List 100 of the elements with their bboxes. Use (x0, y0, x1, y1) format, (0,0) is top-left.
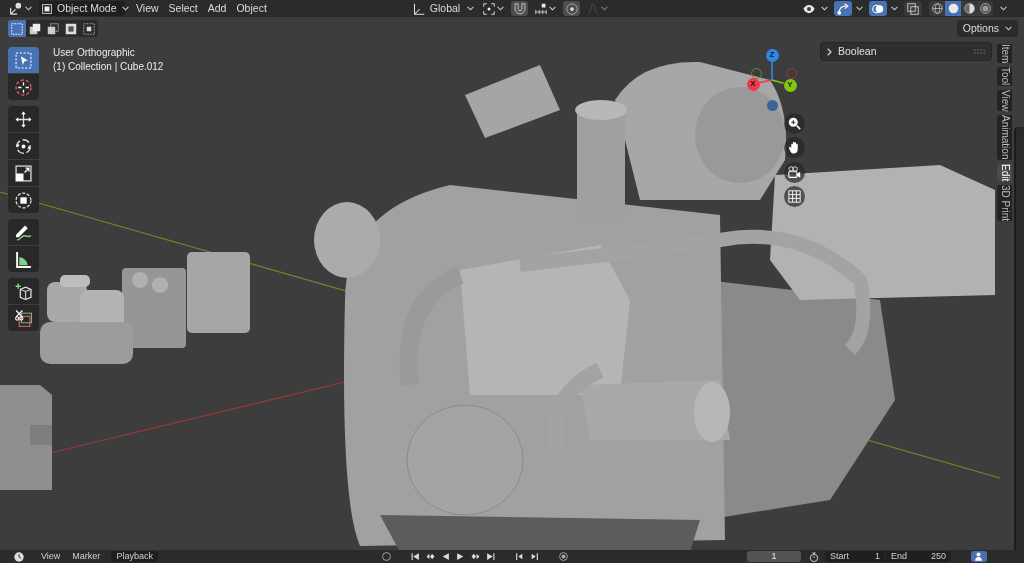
boolean-panel-header[interactable]: Boolean (820, 42, 992, 61)
crosshair-circle-icon (15, 78, 32, 96)
select-mode-button[interactable] (26, 20, 44, 37)
jump-end-button[interactable] (485, 551, 496, 562)
marker-forward-icon (530, 552, 540, 561)
select-mode-button[interactable] (80, 20, 98, 37)
options-dropdown[interactable]: Options (956, 20, 1018, 37)
inverted-squares-icon (65, 22, 77, 35)
curved-arrow-icon (837, 2, 849, 15)
sidebar-tab[interactable]: Tool (997, 67, 1012, 86)
snap-target-button[interactable] (533, 1, 559, 16)
menu-button[interactable]: Select (163, 1, 203, 16)
tool-button[interactable] (8, 133, 39, 159)
target-circle-icon (565, 2, 578, 15)
subtract-squares-icon (47, 22, 59, 35)
menu-button[interactable]: Marker (67, 551, 106, 562)
dashed-square-icon (11, 22, 23, 35)
figure-icon (974, 552, 984, 561)
grid-icon (788, 190, 801, 203)
chevron-down-icon (467, 6, 475, 11)
chevron-down-icon (121, 6, 129, 11)
play-reverse-button[interactable] (440, 551, 451, 562)
ring-icon (382, 552, 392, 561)
select-mode-button[interactable] (62, 20, 80, 37)
ringed-sphere-icon (979, 3, 991, 14)
zoom-icon (788, 117, 801, 130)
play-button[interactable] (455, 551, 466, 562)
menu-button[interactable]: Playback (111, 551, 158, 562)
start-frame-field[interactable]: Start 1 (824, 551, 885, 562)
stacked-squares-icon (29, 22, 41, 35)
proportional-button[interactable] (563, 1, 581, 16)
tool-button[interactable] (8, 160, 39, 186)
shading-button[interactable] (929, 1, 945, 16)
preview-range-button[interactable] (808, 551, 819, 562)
jump-start-button[interactable] (410, 551, 421, 562)
select-mode-button[interactable] (44, 20, 62, 37)
tool-button[interactable] (8, 246, 39, 272)
axes-icon (412, 2, 425, 15)
menu-button[interactable]: View (131, 1, 164, 16)
pivot-dot-icon (483, 2, 496, 15)
chevron-down-icon (890, 6, 898, 11)
sidebar-tab[interactable]: View (997, 89, 1012, 112)
chevron-down-icon (25, 6, 32, 11)
prev-marker-button[interactable] (514, 551, 525, 562)
chevron-down-icon (601, 6, 609, 11)
collection-object-label: (1) Collection | Cube.012 (53, 60, 164, 74)
scale-squares-icon (15, 164, 32, 182)
hand-icon (788, 141, 801, 154)
chevron-down-icon (820, 6, 828, 11)
menu-button[interactable]: Add (202, 1, 232, 16)
shading-button[interactable] (945, 1, 961, 16)
prev-key-button[interactable] (425, 551, 436, 562)
tool-button[interactable] (8, 106, 39, 132)
shading-button[interactable] (977, 1, 993, 16)
chevron-down-icon (999, 6, 1007, 11)
chevron-down-icon (549, 6, 557, 11)
pan-button[interactable] (784, 137, 805, 158)
magnet-icon (513, 2, 526, 15)
negative-axis-icon[interactable] (766, 99, 778, 111)
tool-button[interactable] (8, 305, 39, 331)
frame-field[interactable]: 1 (746, 551, 801, 562)
sidebar-tab[interactable]: Item (997, 44, 1012, 64)
sidebar-tab[interactable]: 3D Print (997, 185, 1012, 222)
sidebar-tab[interactable]: Animation (997, 115, 1012, 160)
editor-type-button[interactable] (7, 1, 34, 16)
next-marker-button[interactable] (529, 551, 540, 562)
chevron-down-icon (497, 6, 505, 11)
menu-button[interactable]: Object (231, 1, 272, 16)
overlays-toggle[interactable] (869, 1, 887, 16)
menu-button[interactable]: View (36, 551, 66, 562)
axes-globe-icon (9, 2, 22, 15)
axis-button[interactable]: Y (783, 78, 797, 92)
xray-toggle[interactable] (904, 1, 922, 16)
shading-button[interactable] (961, 1, 977, 16)
skip-back-icon (411, 552, 421, 561)
snap-button[interactable] (511, 1, 529, 16)
axis-button[interactable]: Z (765, 48, 779, 62)
play-reverse-icon (441, 552, 451, 561)
zoom-button[interactable] (784, 113, 805, 134)
tool-button[interactable] (8, 278, 39, 304)
sidebar-tab[interactable]: Edit (997, 163, 1012, 181)
ruler-angle-icon (15, 250, 32, 268)
stopwatch-icon (808, 551, 819, 562)
end-value: 250 (930, 552, 946, 561)
eye-icon (803, 2, 815, 15)
next-key-button[interactable] (470, 551, 481, 562)
tool-button[interactable] (8, 187, 39, 213)
chevron-right-icon (827, 47, 832, 56)
orientation-dropdown[interactable]: Global (410, 1, 477, 16)
rotate-arrows-icon (15, 137, 32, 155)
editor-type-button[interactable] (14, 551, 24, 562)
auto-key-button[interactable] (558, 551, 569, 562)
range-toggle[interactable] (970, 551, 987, 562)
skip-forward-icon (486, 552, 496, 561)
end-frame-field[interactable]: End 250 (885, 551, 951, 562)
tool-button[interactable] (8, 219, 39, 245)
overlapping-squares-icon (907, 2, 919, 15)
pivot-button[interactable] (481, 1, 507, 16)
gizmos-toggle[interactable] (834, 1, 852, 16)
keying-button[interactable] (381, 551, 392, 562)
